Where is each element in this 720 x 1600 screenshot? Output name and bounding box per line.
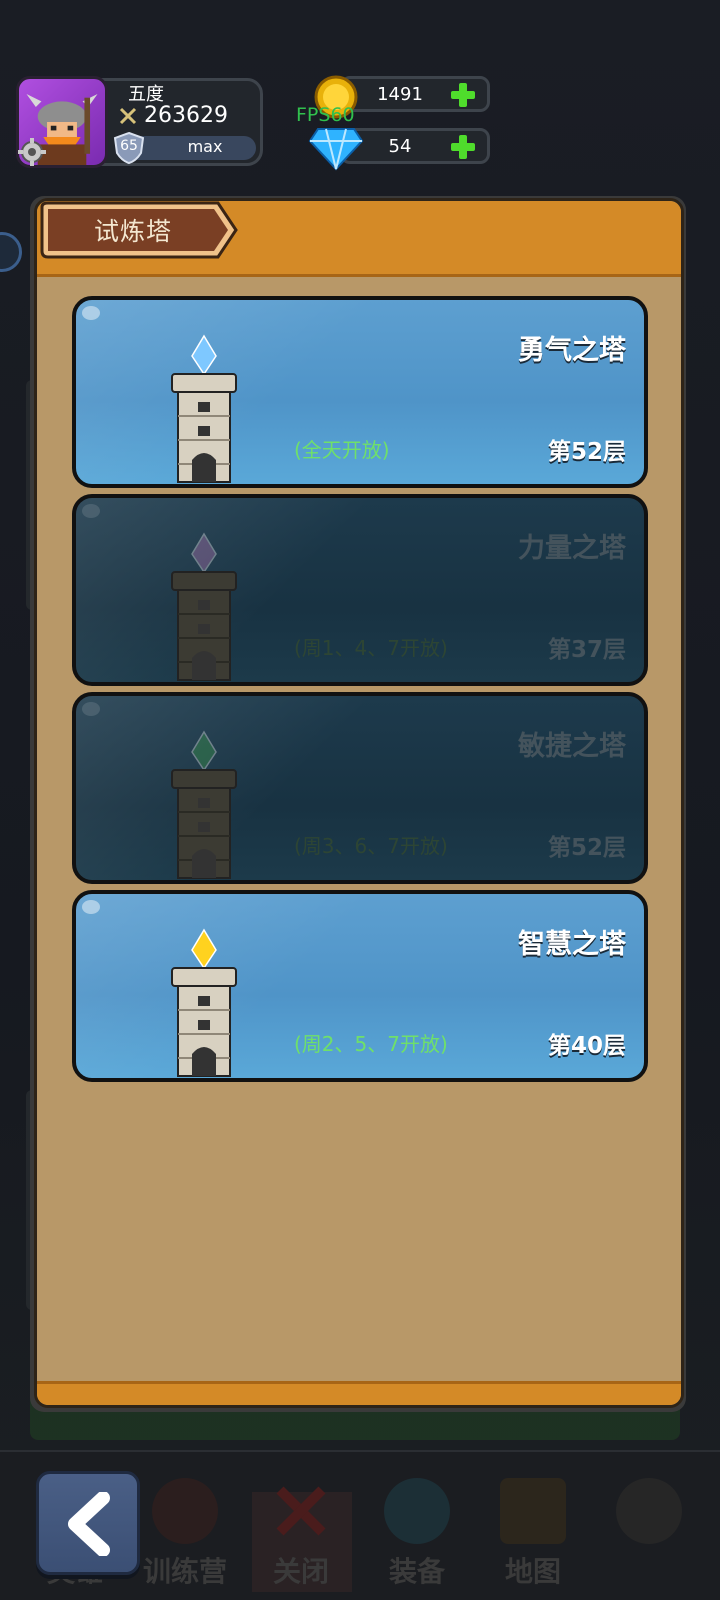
chevron-left-icon (68, 1492, 110, 1556)
tower-card[interactable]: 力量之塔 (周1、4、7开放) 第37层 (72, 494, 648, 686)
level-status: max (187, 137, 223, 156)
tower-card[interactable]: 勇气之塔 (全天开放) 第52层 (72, 296, 648, 488)
tower-schedule: (周3、6、7开放) (294, 834, 448, 858)
add-gems-plus-icon[interactable] (448, 132, 478, 162)
card-shine (82, 702, 100, 716)
gear-icon[interactable] (18, 138, 46, 166)
back-button[interactable] (36, 1471, 140, 1575)
nav-equipment-label: 装备 (388, 1555, 445, 1588)
power-value: 263629 (144, 103, 228, 128)
nav-close-label: 关闭 (272, 1555, 329, 1588)
tower-schedule: (周1、4、7开放) (294, 636, 448, 660)
tower-floor: 第37层 (547, 637, 626, 663)
tower-icon (171, 532, 237, 681)
tower-name: 力量之塔 (518, 533, 626, 564)
power-row: 263629 (118, 103, 228, 128)
add-coins-plus-icon[interactable] (448, 80, 478, 110)
nav-close[interactable]: 关闭 (246, 1470, 356, 1590)
close-icon (276, 1486, 326, 1536)
card-shine (82, 504, 100, 518)
nav-locked[interactable] (594, 1470, 704, 1590)
tower-schedule: (全天开放) (294, 438, 390, 462)
training-icon (152, 1478, 218, 1544)
tower-card[interactable]: 敏捷之塔 (周3、6、7开放) 第52层 (72, 692, 648, 884)
lock-icon (616, 1478, 682, 1544)
crossed-swords-icon (119, 107, 137, 124)
tower-icon (171, 928, 237, 1077)
nav-training-camp[interactable]: 训练营 (130, 1470, 240, 1590)
tower-card[interactable]: 智慧之塔 (周2、5、7开放) 第40层 (72, 890, 648, 1082)
player-level: 65 (120, 138, 138, 154)
card-shine (82, 900, 100, 914)
tower-floor: 第52层 (547, 439, 626, 465)
coin-count: 1491 (377, 84, 423, 105)
diamond-icon (308, 128, 364, 171)
tower-icon (171, 334, 237, 483)
tower-floor: 第40层 (547, 1033, 626, 1059)
nav-equipment[interactable]: 装备 (362, 1470, 472, 1590)
card-shine (82, 306, 100, 320)
nav-training-label: 训练营 (142, 1555, 227, 1588)
panel-title: 试炼塔 (93, 217, 172, 246)
tower-name: 敏捷之塔 (518, 731, 626, 762)
nav-map-label: 地图 (504, 1555, 561, 1588)
gem-count: 54 (388, 136, 412, 157)
tower-floor: 第52层 (547, 835, 626, 861)
equipment-icon (384, 1478, 450, 1544)
panel-footer (37, 1381, 681, 1405)
tower-schedule: (周2、5、7开放) (294, 1032, 448, 1056)
tower-name: 勇气之塔 (518, 335, 626, 366)
map-icon (500, 1478, 566, 1544)
tower-icon (171, 730, 237, 879)
nav-map[interactable]: 地图 (478, 1470, 588, 1590)
tower-name: 智慧之塔 (518, 929, 626, 960)
